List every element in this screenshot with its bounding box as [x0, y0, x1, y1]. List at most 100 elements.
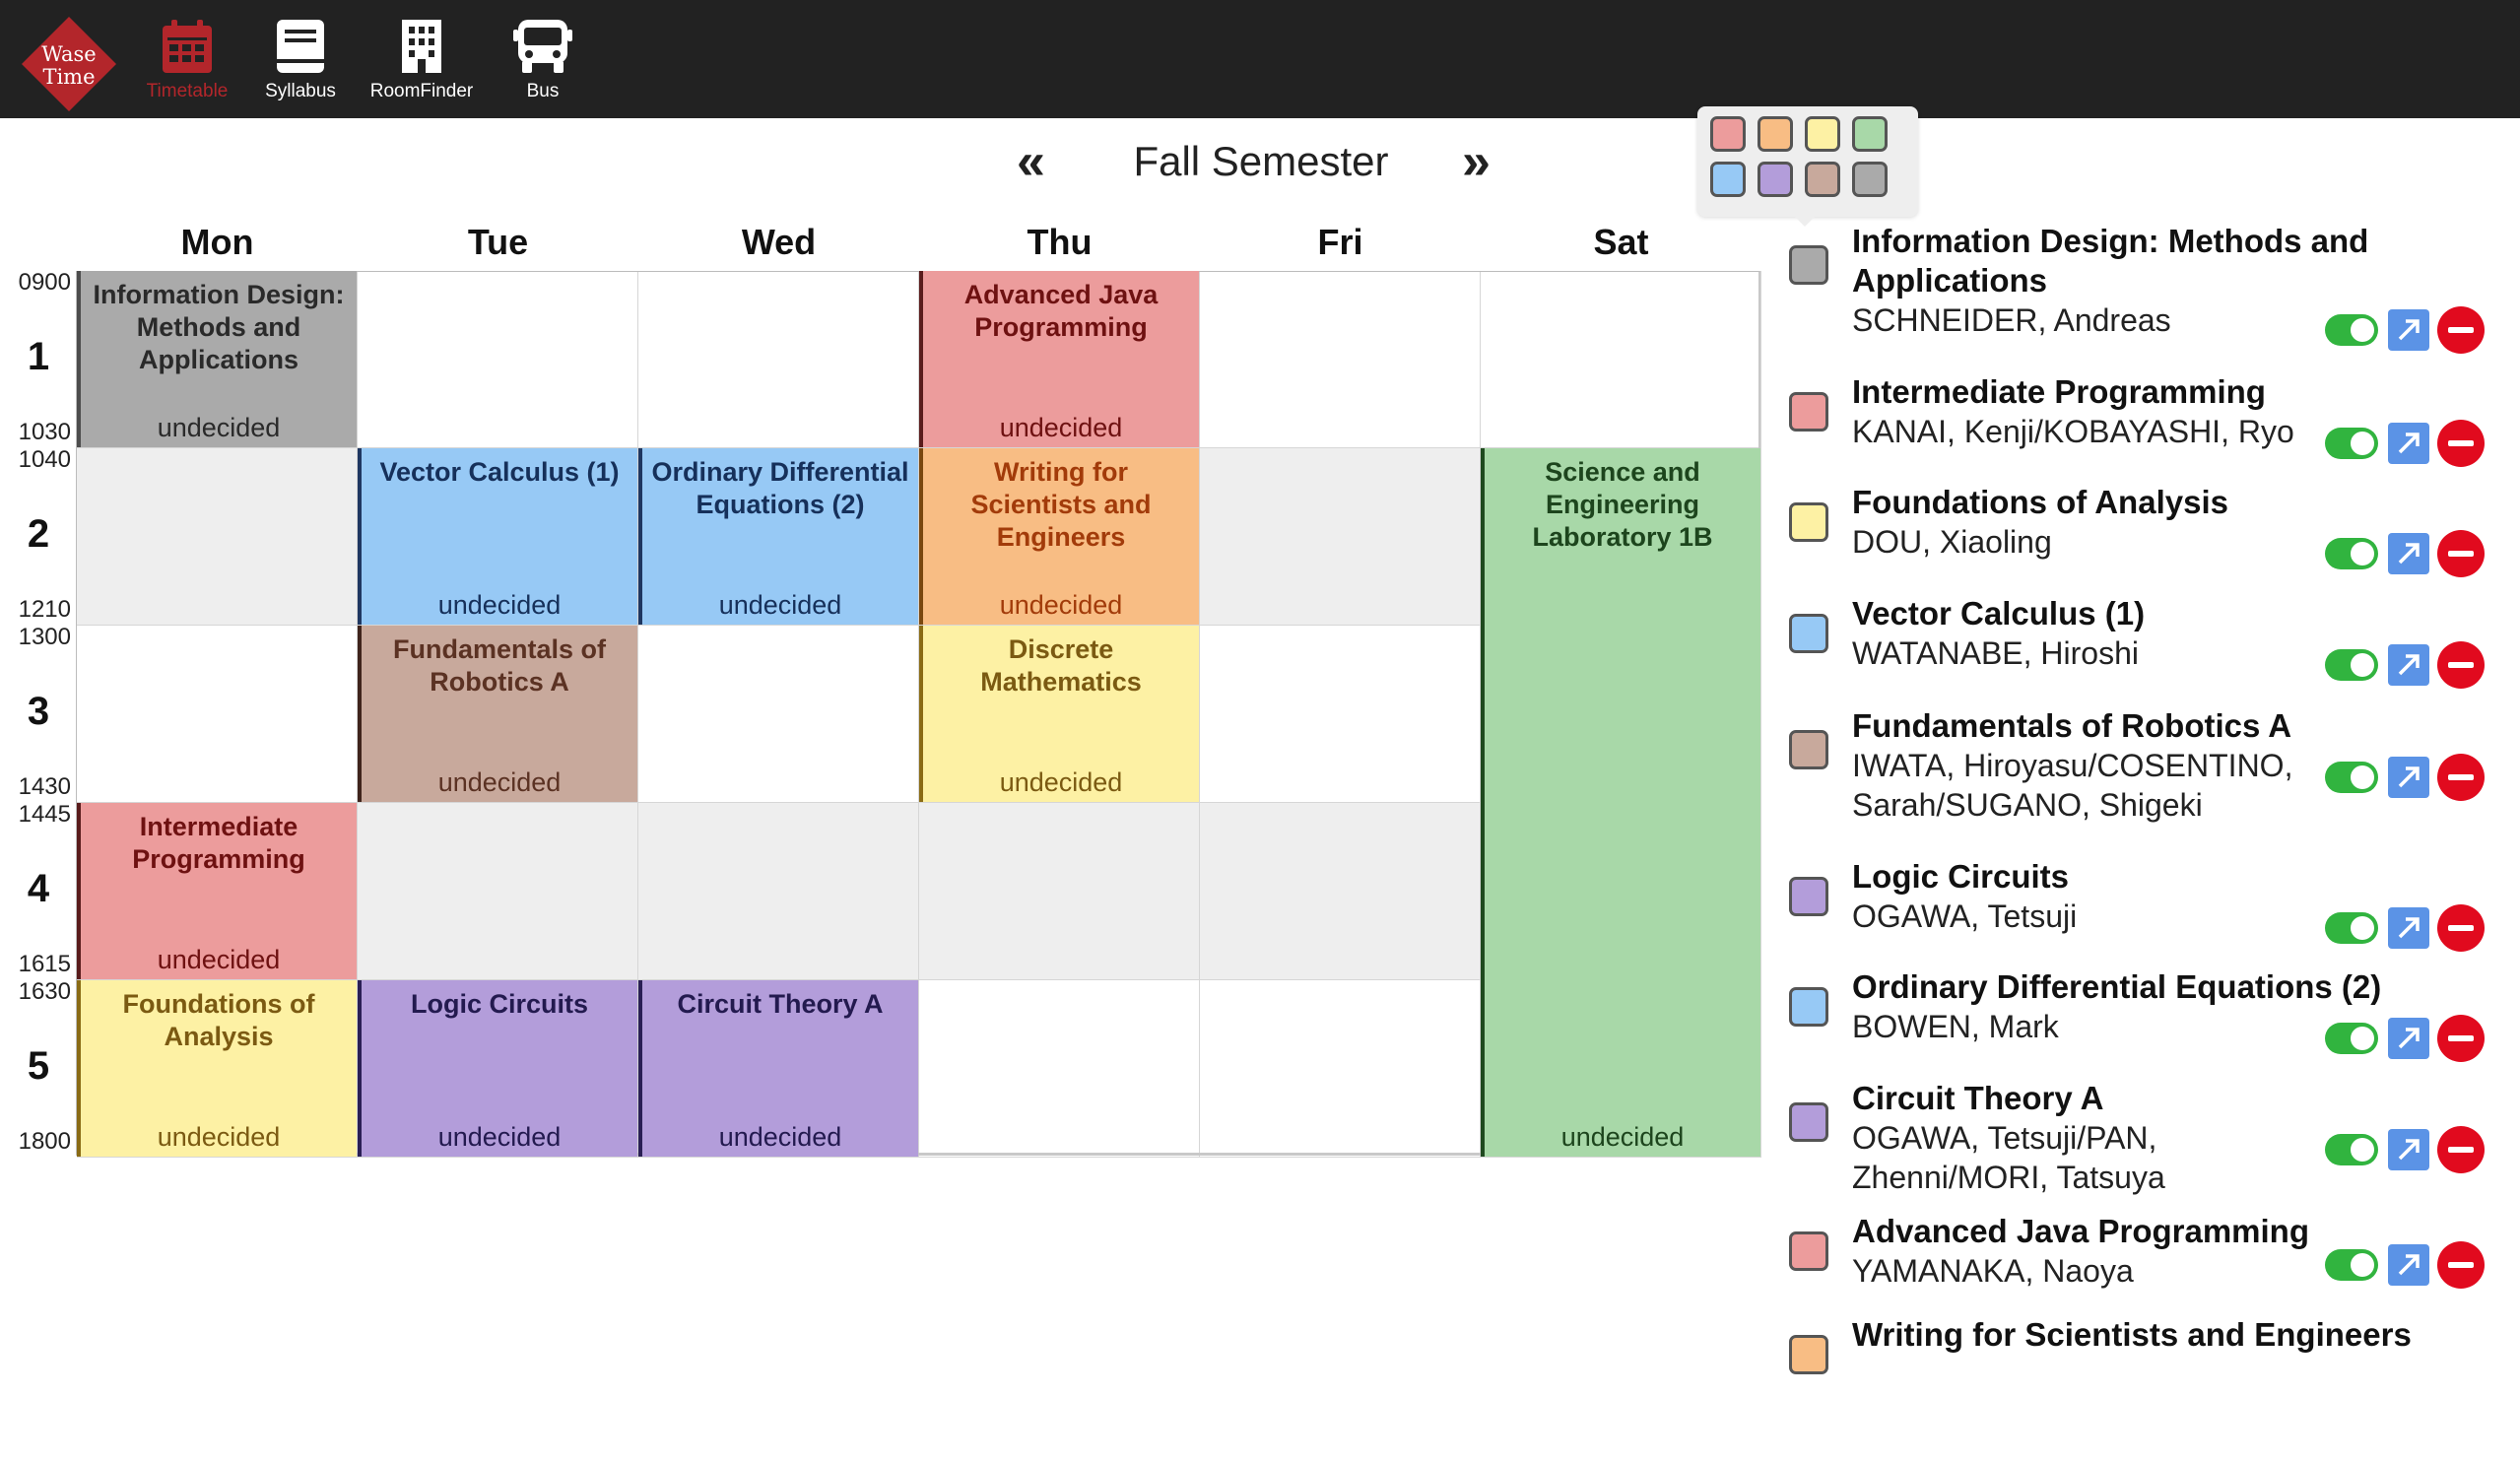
remove-course-button[interactable]: [2437, 420, 2485, 467]
course-room: undecided: [999, 590, 1123, 620]
remove-course-button[interactable]: [2437, 530, 2485, 577]
open-syllabus-button[interactable]: [2388, 757, 2429, 798]
period-end-time: 1430: [18, 773, 71, 800]
remove-course-button[interactable]: [2437, 904, 2485, 952]
timetable-cell[interactable]: [1200, 803, 1481, 980]
period-end-time: 1615: [18, 951, 71, 977]
nav-roomfinder[interactable]: RoomFinder: [363, 18, 481, 108]
open-syllabus-button[interactable]: [2388, 423, 2429, 464]
course-block[interactable]: Foundations of Analysis undecided: [77, 980, 357, 1157]
course-room: undecided: [718, 590, 842, 620]
color-swatch-brown[interactable]: [1805, 162, 1840, 197]
timetable-cell[interactable]: [358, 803, 638, 980]
course-block[interactable]: Intermediate Programming undecided: [77, 803, 357, 979]
nav-roomfinder-label: RoomFinder: [369, 81, 474, 101]
timetable-cell[interactable]: [1200, 271, 1481, 448]
course-color-button[interactable]: [1789, 392, 1828, 432]
color-swatch-red[interactable]: [1710, 116, 1746, 152]
visibility-toggle[interactable]: [2325, 762, 2378, 793]
remove-course-button[interactable]: [2437, 306, 2485, 354]
timetable-cell[interactable]: [1200, 980, 1481, 1158]
course-color-button[interactable]: [1789, 1102, 1828, 1142]
course-color-button[interactable]: [1789, 1335, 1828, 1374]
course-list-title: Fundamentals of Robotics A: [1852, 707, 2292, 744]
course-color-button[interactable]: [1789, 730, 1828, 769]
open-syllabus-button[interactable]: [2388, 1244, 2429, 1286]
color-swatch-purple[interactable]: [1757, 162, 1793, 197]
timetable-cell[interactable]: [358, 271, 638, 448]
course-list-title: Advanced Java Programming: [1852, 1213, 2309, 1249]
logo-diamond-icon: Wase Time: [22, 17, 116, 111]
period-start-time: 1300: [18, 624, 71, 650]
remove-course-button[interactable]: [2437, 1241, 2485, 1289]
course-block[interactable]: Logic Circuits undecided: [358, 980, 637, 1157]
top-nav-bar: Wase Time Timetable Syllabus RoomFinder …: [0, 0, 2520, 118]
color-swatch-green[interactable]: [1852, 116, 1888, 152]
period-start-time: 1445: [18, 801, 71, 828]
book-icon: [277, 20, 324, 73]
course-block[interactable]: Vector Calculus (1) undecided: [358, 448, 637, 625]
course-block[interactable]: Ordinary Differential Equations (2) undec…: [638, 448, 918, 625]
nav-timetable[interactable]: Timetable: [128, 18, 246, 108]
course-room: undecided: [157, 945, 281, 974]
visibility-toggle[interactable]: [2325, 1023, 2378, 1054]
remove-course-button[interactable]: [2437, 641, 2485, 689]
course-color-button[interactable]: [1789, 987, 1828, 1027]
timetable-cell[interactable]: [638, 271, 919, 448]
remove-course-button[interactable]: [2437, 1015, 2485, 1062]
external-link-icon: [2398, 1139, 2420, 1161]
course-color-button[interactable]: [1789, 245, 1828, 285]
color-swatch-blue[interactable]: [1710, 162, 1746, 197]
course-block[interactable]: Science and Engineering Laboratory 1B und…: [1481, 448, 1760, 1157]
visibility-toggle[interactable]: [2325, 428, 2378, 459]
period-start-time: 0900: [18, 269, 71, 296]
timetable-cell[interactable]: [638, 803, 919, 980]
visibility-toggle[interactable]: [2325, 1249, 2378, 1281]
timetable-cell[interactable]: [77, 626, 358, 803]
nav-bus[interactable]: Bus: [484, 18, 602, 108]
open-syllabus-button[interactable]: [2388, 309, 2429, 351]
timetable-cell[interactable]: [77, 448, 358, 626]
open-syllabus-button[interactable]: [2388, 1018, 2429, 1059]
remove-course-button[interactable]: [2437, 1126, 2485, 1173]
course-block[interactable]: Circuit Theory A undecided: [638, 980, 918, 1157]
remove-course-button[interactable]: [2437, 754, 2485, 801]
visibility-toggle[interactable]: [2325, 538, 2378, 569]
external-link-icon: [2398, 543, 2420, 565]
course-room: undecided: [999, 413, 1123, 442]
course-block[interactable]: Discrete Mathematics undecided: [919, 626, 1199, 802]
course-color-button[interactable]: [1789, 877, 1828, 916]
prev-semester-button[interactable]: «: [1017, 136, 1045, 187]
course-list-title: Vector Calculus (1): [1852, 595, 2146, 632]
course-block[interactable]: Advanced Java Programming undecided: [919, 271, 1199, 447]
open-syllabus-button[interactable]: [2388, 907, 2429, 949]
visibility-toggle[interactable]: [2325, 649, 2378, 681]
course-color-button[interactable]: [1789, 614, 1828, 653]
color-swatch-yellow[interactable]: [1805, 116, 1840, 152]
color-swatch-gray[interactable]: [1852, 162, 1888, 197]
period-end-time: 1800: [18, 1128, 71, 1155]
timetable-cell[interactable]: [919, 803, 1200, 980]
visibility-toggle[interactable]: [2325, 314, 2378, 346]
course-title: Ordinary Differential Equations (2): [651, 457, 909, 519]
course-block[interactable]: Fundamentals of Robotics A undecided: [358, 626, 637, 802]
visibility-toggle[interactable]: [2325, 912, 2378, 944]
open-syllabus-button[interactable]: [2388, 533, 2429, 574]
next-semester-button[interactable]: »: [1462, 136, 1491, 187]
timetable-cell[interactable]: [1481, 271, 1761, 448]
course-color-button[interactable]: [1789, 502, 1828, 542]
course-color-button[interactable]: [1789, 1231, 1828, 1271]
timetable-cell[interactable]: [1200, 448, 1481, 626]
visibility-toggle[interactable]: [2325, 1134, 2378, 1165]
nav-syllabus[interactable]: Syllabus: [241, 18, 360, 108]
color-swatch-orange[interactable]: [1757, 116, 1793, 152]
course-block[interactable]: Information Design: Methods and Applicat…: [77, 271, 357, 447]
timetable-cell[interactable]: [919, 980, 1200, 1158]
timetable-cell[interactable]: [638, 626, 919, 803]
open-syllabus-button[interactable]: [2388, 1129, 2429, 1170]
wasetime-logo[interactable]: Wase Time: [20, 15, 118, 113]
day-header-wed: Wed: [741, 222, 817, 262]
open-syllabus-button[interactable]: [2388, 644, 2429, 686]
course-block[interactable]: Writing for Scientists and Engineers unde…: [919, 448, 1199, 625]
timetable-cell[interactable]: [1200, 626, 1481, 803]
